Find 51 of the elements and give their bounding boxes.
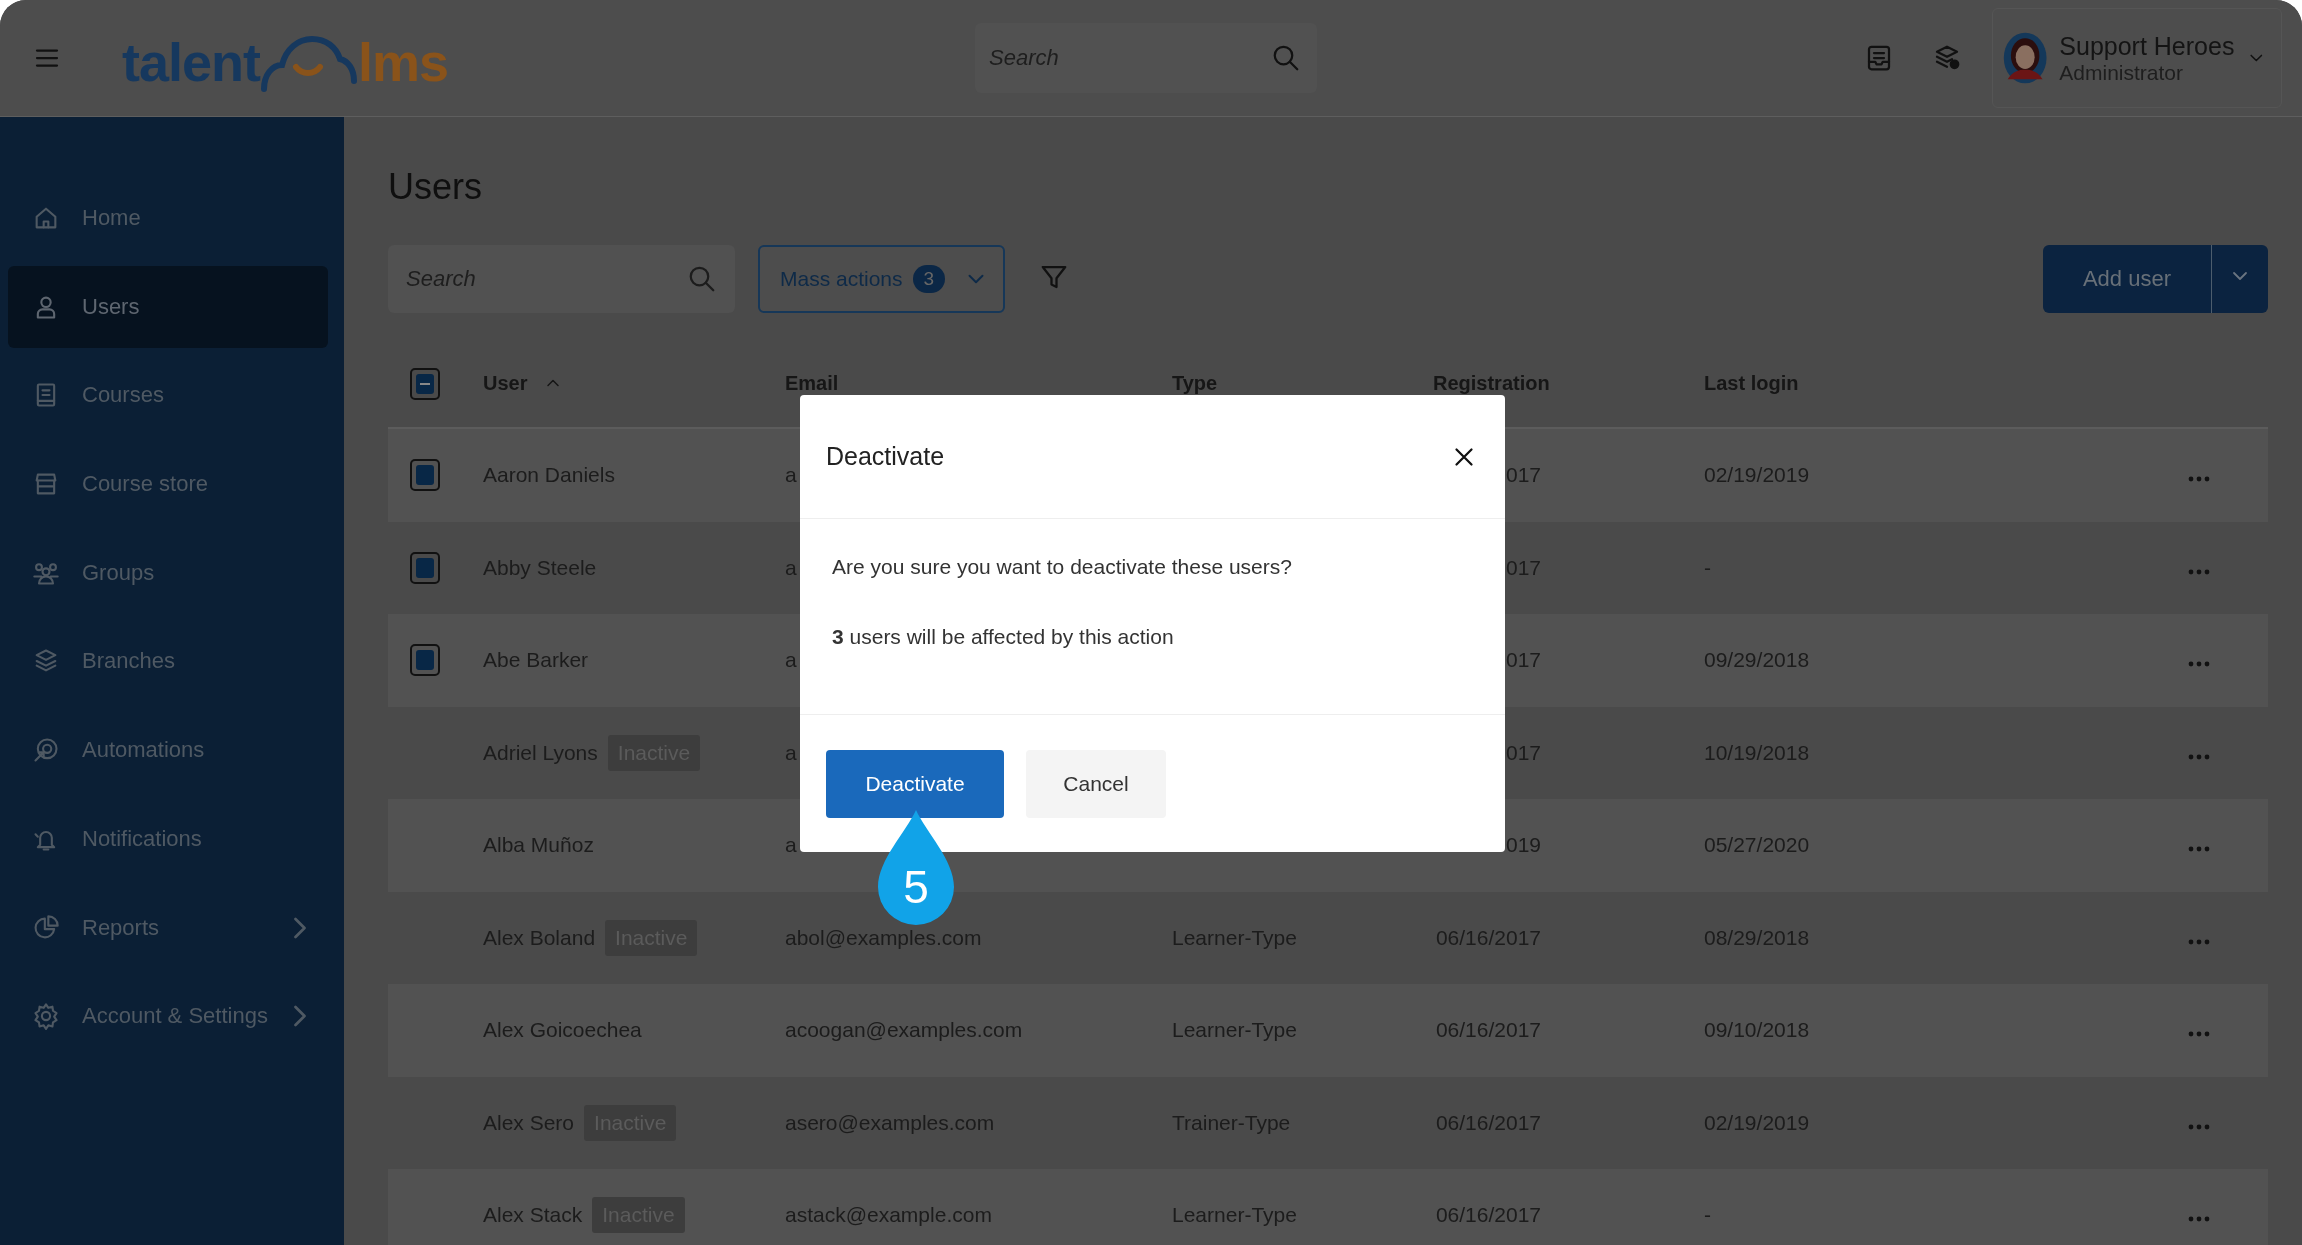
- count-badge: 3: [912, 265, 946, 293]
- sidebar-item[interactable]: Course store: [8, 443, 328, 526]
- dialog-note: 3 users will be affected by this action: [832, 625, 1175, 649]
- add-user-menu-button[interactable]: [2211, 245, 2268, 313]
- more-icon[interactable]: [2188, 938, 2210, 945]
- sidebar-label: Users: [82, 293, 140, 320]
- sidebar-item[interactable]: Home: [8, 177, 328, 259]
- sidebar-item[interactable]: Groups: [8, 531, 328, 614]
- more-icon[interactable]: [2188, 753, 2210, 760]
- sidebar-item[interactable]: Users: [8, 265, 328, 348]
- sidebar-label: Home: [82, 205, 141, 231]
- sidebar-item[interactable]: Reports: [8, 886, 328, 969]
- sidebar-item[interactable]: Notifications: [8, 797, 328, 880]
- sidebar-label: Branches: [82, 648, 175, 675]
- more-icon[interactable]: [2188, 846, 2210, 853]
- step-marker: 5: [878, 810, 954, 925]
- sidebar-label: Courses: [82, 382, 164, 409]
- more-icon[interactable]: [2188, 1031, 2210, 1038]
- table-cell: -: [1704, 1203, 1711, 1227]
- more-icon[interactable]: [2188, 661, 2210, 668]
- gear-icon: [32, 1002, 60, 1031]
- sidebar-label: Course store: [82, 471, 208, 498]
- more-icon[interactable]: [2188, 476, 2210, 483]
- more-icon[interactable]: [2188, 1123, 2210, 1130]
- page-title: Users: [388, 165, 483, 209]
- sidebar-item[interactable]: Account & Settings: [8, 975, 328, 1058]
- auto-icon: [32, 736, 60, 765]
- sidebar-label: Reports: [82, 914, 160, 941]
- sidebar-label: Automations: [82, 737, 205, 764]
- sidebar-item[interactable]: Courses: [8, 354, 328, 437]
- checkbox[interactable]: [410, 551, 440, 584]
- sidebar-item[interactable]: Branches: [8, 620, 328, 703]
- more-icon[interactable]: [2188, 568, 2210, 575]
- sidebar-label: Account & Settings: [82, 1003, 268, 1030]
- user-name: Support Heroes: [2059, 31, 2235, 61]
- table-cell: -: [1704, 555, 1711, 579]
- sidebar-label: Groups: [82, 559, 155, 586]
- search-icon: [687, 264, 717, 294]
- checkbox[interactable]: [410, 367, 440, 400]
- checkbox[interactable]: [410, 459, 440, 492]
- dialog-message: Are you sure you want to deactivate these users?: [832, 555, 1293, 579]
- sidebar-label: Notifications: [82, 825, 202, 852]
- cancel-button[interactable]: Cancel: [1026, 749, 1166, 818]
- more-icon[interactable]: [2188, 1216, 2210, 1223]
- mass-actions-dropdown[interactable]: Mass actions 3: [758, 245, 1005, 313]
- checkbox[interactable]: [410, 644, 440, 677]
- deactivate-button[interactable]: Deactivate: [826, 749, 1004, 818]
- add-user-button[interactable]: Add user: [2042, 245, 2211, 313]
- sidebar-item[interactable]: Automations: [8, 709, 328, 792]
- logo[interactable]: talent lms: [122, 23, 449, 93]
- dialog-title: Deactivate: [826, 442, 945, 471]
